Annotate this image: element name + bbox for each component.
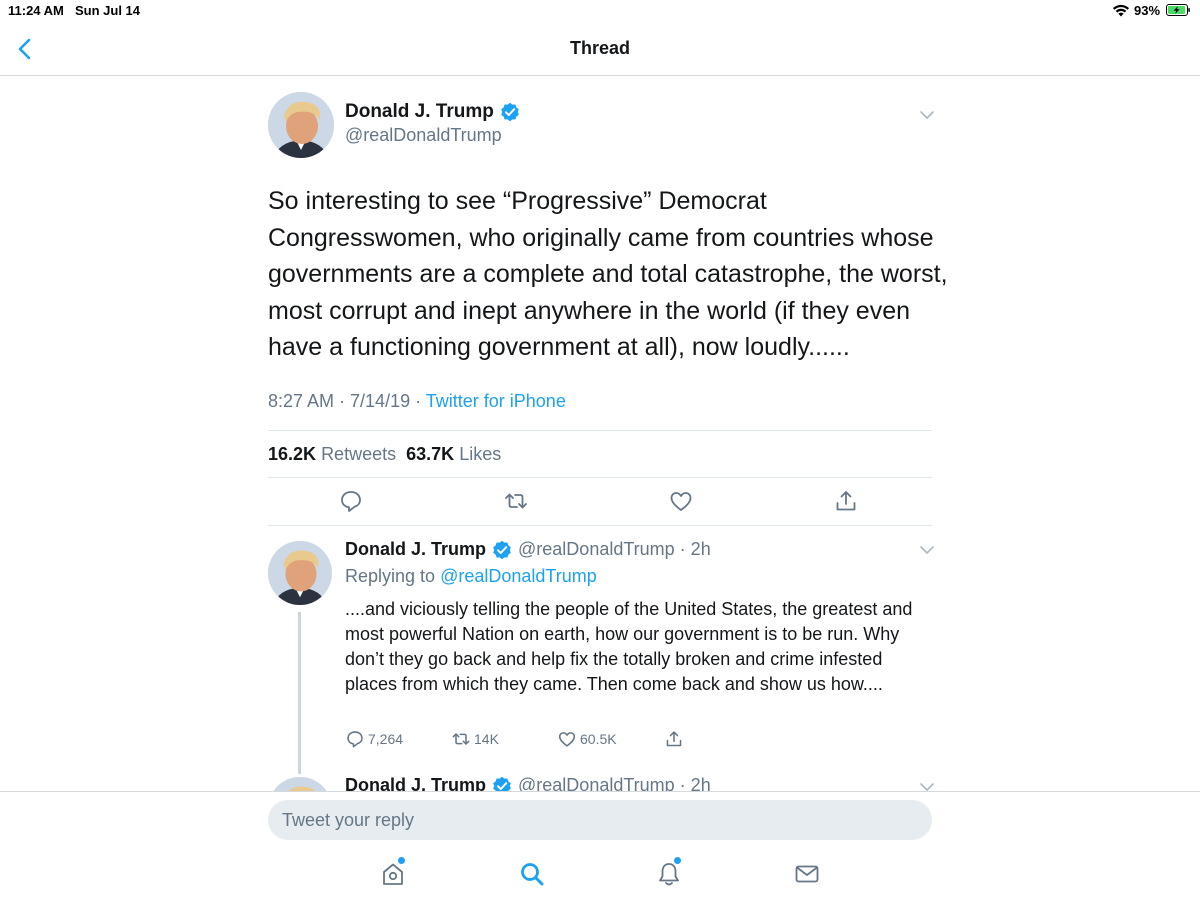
author-handle[interactable]: @realDonaldTrump (345, 125, 502, 146)
replying-to: Replying to @realDonaldTrump (345, 566, 597, 587)
retweets-count[interactable]: 16.2K (268, 444, 316, 464)
thread-line (298, 612, 301, 774)
tweet-meta: 8:27 AM · 7/14/19 · Twitter for iPhone (268, 391, 566, 412)
tweet-text: So interesting to see “Progressive” Demo… (268, 187, 948, 361)
likes-count[interactable]: 63.7K (406, 444, 454, 464)
retweet-button[interactable]: 14K (451, 729, 499, 749)
battery-charging-icon (1166, 4, 1190, 16)
page-title: Thread (569, 38, 630, 58)
author-handle-time[interactable]: @realDonaldTrump · 2h (518, 539, 711, 560)
nav-bar: Thread (0, 24, 1200, 76)
chevron-down-icon[interactable] (919, 545, 935, 555)
home-notification-dot (398, 857, 405, 864)
like-count: 60.5K (580, 731, 617, 747)
status-date: Sun Jul 14 (75, 3, 141, 18)
bottom-bar (0, 791, 1200, 900)
next-tweet: Donald J. Trump @realDonaldTrump · 2h (0, 770, 1200, 792)
reply-tweet-header: Donald J. Trump @realDonaldTrump · 2h (345, 539, 711, 560)
retweets-label[interactable]: Retweets (321, 444, 396, 464)
avatar[interactable] (268, 541, 332, 605)
avatar-image (268, 541, 332, 605)
avatar[interactable] (268, 92, 334, 158)
next-tweet-header: Donald J. Trump @realDonaldTrump · 2h (345, 775, 711, 792)
retweet-icon (452, 733, 470, 745)
share-icon (666, 731, 682, 747)
status-bar: 11:24 AM Sun Jul 14 93% (0, 0, 1200, 24)
reply-count: 7,264 (368, 731, 404, 747)
replying-to-link[interactable]: @realDonaldTrump (440, 566, 597, 586)
retweet-count: 14K (474, 731, 499, 747)
main-tweet-header: Donald J. Trump (345, 101, 520, 123)
notifications-dot (674, 857, 681, 864)
tweet-text: ....and viciously telling the people of … (345, 599, 913, 694)
like-icon (558, 732, 576, 747)
divider (268, 525, 932, 526)
share-button[interactable] (664, 729, 684, 749)
author-name[interactable]: Donald J. Trump (345, 539, 486, 560)
tweet-stats: 16.2K Retweets 63.7K Likes (268, 444, 501, 465)
reply-input[interactable] (268, 800, 932, 840)
battery-percent: 93% (1134, 3, 1161, 18)
like-icon[interactable] (668, 488, 694, 514)
status-time: 11:24 AM (8, 3, 64, 18)
avatar-image (268, 92, 334, 158)
verified-badge-icon (493, 776, 511, 792)
likes-label[interactable]: Likes (459, 444, 501, 464)
reply-button[interactable]: 7,264 (345, 729, 403, 749)
tweet-timestamp: 8:27 AM · 7/14/19 · (268, 391, 426, 411)
reply-icon (347, 731, 363, 748)
replying-to-prefix: Replying to (345, 566, 441, 586)
divider (268, 430, 932, 431)
reply-icon[interactable] (338, 488, 364, 514)
divider (268, 477, 932, 478)
notifications-icon[interactable] (655, 860, 683, 888)
verified-badge-icon (501, 102, 519, 122)
author-handle-time[interactable]: @realDonaldTrump · 2h (518, 775, 711, 792)
share-icon[interactable] (833, 488, 859, 514)
messages-icon[interactable] (793, 860, 821, 888)
like-button[interactable]: 60.5K (557, 729, 617, 749)
tweet-source-link[interactable]: Twitter for iPhone (426, 391, 566, 411)
chevron-down-icon[interactable] (919, 110, 935, 120)
wifi-icon (1113, 4, 1129, 17)
search-icon[interactable] (518, 860, 546, 888)
author-name[interactable]: Donald J. Trump (345, 775, 486, 792)
retweet-icon[interactable] (503, 488, 529, 514)
author-name[interactable]: Donald J. Trump (345, 101, 494, 123)
home-icon[interactable] (379, 860, 407, 888)
verified-badge-icon (493, 540, 511, 559)
